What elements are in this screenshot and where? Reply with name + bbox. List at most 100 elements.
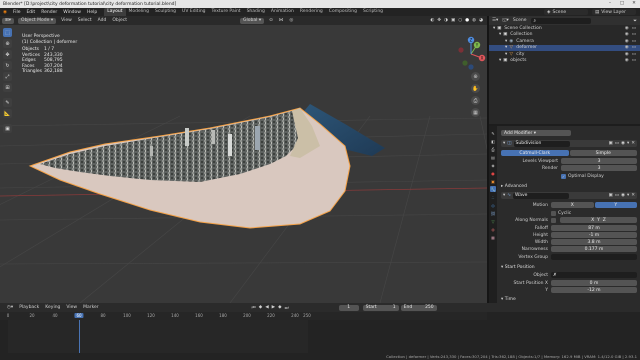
add-cube-icon[interactable]: ▣: [3, 124, 12, 133]
start-frame-field[interactable]: Start 1: [362, 304, 399, 311]
rendered-shading-icon[interactable]: ◕: [479, 18, 483, 23]
render-camera-icon[interactable]: ▭: [632, 45, 636, 50]
menu-help[interactable]: Help: [84, 10, 100, 15]
tab-layout[interactable]: Layout: [104, 8, 126, 16]
render-levels-field[interactable]: 3: [561, 165, 637, 171]
eye-icon[interactable]: ◉: [625, 39, 629, 44]
wave-modifier-header[interactable]: ▾ ∿ Wave ▣ ▭ ◉ ▾ ✕: [501, 192, 637, 199]
menu-playback[interactable]: Playback: [16, 305, 42, 310]
outliner-row[interactable]: ▾ ▣ objects ◉ ▭: [489, 58, 640, 65]
gizmo-icon[interactable]: ✥: [437, 18, 441, 23]
menu-object[interactable]: Object: [109, 18, 130, 23]
tab-modeling[interactable]: Modeling: [126, 8, 152, 16]
navigation-gizmo[interactable]: X Y Z: [455, 34, 487, 74]
jump-end-icon[interactable]: ⏭: [285, 305, 289, 311]
pan-hand-icon[interactable]: ✋: [471, 84, 480, 93]
expand-chevron-icon[interactable]: ▾: [505, 45, 507, 50]
viewport-toggle-icon[interactable]: ▭: [615, 141, 619, 146]
solid-shading-icon[interactable]: ●: [465, 18, 469, 23]
render-camera-icon[interactable]: ▭: [632, 26, 636, 31]
add-modifier-button[interactable]: Add Modifier ▾: [501, 130, 571, 136]
motion-x-toggle[interactable]: X: [551, 202, 594, 208]
expand-chevron-icon[interactable]: ▾: [505, 52, 507, 57]
falloff-field[interactable]: 87 m: [551, 225, 637, 231]
cyclic-checkbox[interactable]: [551, 210, 556, 216]
editmode-toggle-icon[interactable]: ▣: [608, 141, 612, 146]
narrowness-field[interactable]: 0.177 m: [551, 246, 637, 252]
eye-icon[interactable]: ◉: [625, 32, 629, 37]
cursor-icon[interactable]: ⊕: [3, 39, 12, 48]
render-camera-icon[interactable]: ▭: [632, 39, 636, 44]
eye-icon[interactable]: ◉: [625, 58, 629, 63]
menu-marker[interactable]: Marker: [80, 305, 102, 310]
viewport-toggle-icon[interactable]: ▭: [615, 193, 619, 198]
render-camera-icon[interactable]: ▭: [632, 52, 636, 57]
dropdown-icon[interactable]: ▾: [627, 193, 629, 198]
menu-render[interactable]: Render: [38, 10, 60, 15]
mode-dropdown[interactable]: Object Mode ▾: [18, 17, 57, 24]
tab-texture-paint[interactable]: Texture Paint: [209, 8, 244, 16]
editor-type-dropdown[interactable]: ⊞▾: [2, 17, 15, 24]
measure-icon[interactable]: 📐: [3, 109, 12, 118]
world-tab-icon[interactable]: ●: [490, 170, 496, 176]
minimize-icon[interactable]: –: [604, 0, 616, 8]
camera-view-icon[interactable]: ⎙: [471, 96, 480, 105]
view-layer-tab-icon[interactable]: ▤: [490, 154, 496, 160]
start-y-field[interactable]: -12 m: [551, 287, 637, 293]
render-toggle-icon[interactable]: ◉: [621, 193, 625, 198]
simple-option[interactable]: Simple: [569, 150, 637, 156]
material-tab-icon[interactable]: ◍: [490, 226, 496, 232]
scale-icon[interactable]: ⤢: [3, 72, 12, 81]
wave-name-field[interactable]: Wave: [513, 192, 570, 199]
tab-rendering[interactable]: Rendering: [297, 8, 326, 16]
collapse-chevron-icon[interactable]: ▾: [503, 141, 505, 146]
expand-chevron-icon[interactable]: ▾: [505, 39, 507, 44]
tool-tab-icon[interactable]: ✎: [490, 130, 496, 136]
tab-uv-editing[interactable]: UV Editing: [179, 8, 208, 16]
remove-modifier-icon[interactable]: ✕: [631, 141, 635, 146]
render-toggle-icon[interactable]: ◉: [621, 141, 625, 146]
texture-tab-icon[interactable]: ▦: [490, 234, 496, 240]
blender-logo-icon[interactable]: ◉: [0, 10, 10, 15]
remove-modifier-icon[interactable]: ✕: [631, 193, 635, 198]
visibility-icon[interactable]: ◐: [430, 18, 434, 23]
wireframe-shading-icon[interactable]: ○: [458, 18, 462, 23]
transform-orientation-dropdown[interactable]: Global ▾: [240, 17, 265, 24]
outliner-editor-icon[interactable]: ☰▾: [492, 18, 498, 23]
material-shading-icon[interactable]: ◍: [472, 18, 476, 23]
particles-tab-icon[interactable]: ∴: [490, 194, 496, 200]
frame-ruler[interactable]: 0 20 40 80 100 120 140 160 180 200 220 2…: [0, 312, 487, 320]
menu-view-timeline[interactable]: View: [63, 305, 80, 310]
transform-icon[interactable]: ⊞: [3, 83, 12, 92]
3d-viewport[interactable]: ⊞▾ Object Mode ▾ View Select Add Object …: [0, 16, 487, 303]
object-tab-icon[interactable]: ▣: [490, 178, 496, 184]
jump-start-icon[interactable]: ⏮: [252, 305, 256, 311]
eye-icon[interactable]: ◉: [625, 52, 629, 57]
menu-window[interactable]: Window: [60, 10, 84, 15]
modifier-tab-icon[interactable]: 🔧: [490, 186, 496, 192]
timeline-editor-icon[interactable]: ◷▾: [4, 305, 16, 310]
start-x-field[interactable]: 0 m: [551, 280, 637, 286]
menu-add[interactable]: Add: [95, 18, 110, 23]
filter-icon[interactable]: ⏷: [633, 18, 637, 24]
along-normals-checkbox[interactable]: [551, 217, 556, 223]
catmull-clark-option[interactable]: Catmull-Clark: [501, 150, 569, 156]
along-normals-axes[interactable]: X Y Z: [560, 217, 637, 223]
move-icon[interactable]: ✥: [3, 50, 12, 59]
tab-compositing[interactable]: Compositing: [326, 8, 360, 16]
tab-shading[interactable]: Shading: [244, 8, 268, 16]
current-frame-field[interactable]: 1: [338, 304, 359, 311]
proportional-icon[interactable]: ◎: [286, 18, 296, 23]
ortho-grid-icon[interactable]: ▦: [471, 108, 480, 117]
subdivision-modifier-header[interactable]: ▾ ◫ Subdivision ▣ ▭ ◉ ▾ ✕: [501, 140, 637, 147]
dropdown-icon[interactable]: ▾: [627, 141, 629, 146]
tab-scripting[interactable]: Scripting: [360, 8, 386, 16]
menu-select[interactable]: Select: [75, 18, 95, 23]
prev-key-icon[interactable]: ◆: [259, 305, 262, 311]
advanced-section[interactable]: ▸ Advanced: [501, 183, 637, 189]
menu-view[interactable]: View: [58, 18, 75, 23]
collapse-chevron-icon[interactable]: ▾: [503, 193, 505, 198]
snap-icon[interactable]: ⋈: [276, 18, 287, 23]
expand-chevron-icon[interactable]: ▾: [499, 32, 501, 37]
close-icon[interactable]: ✕: [628, 0, 640, 8]
